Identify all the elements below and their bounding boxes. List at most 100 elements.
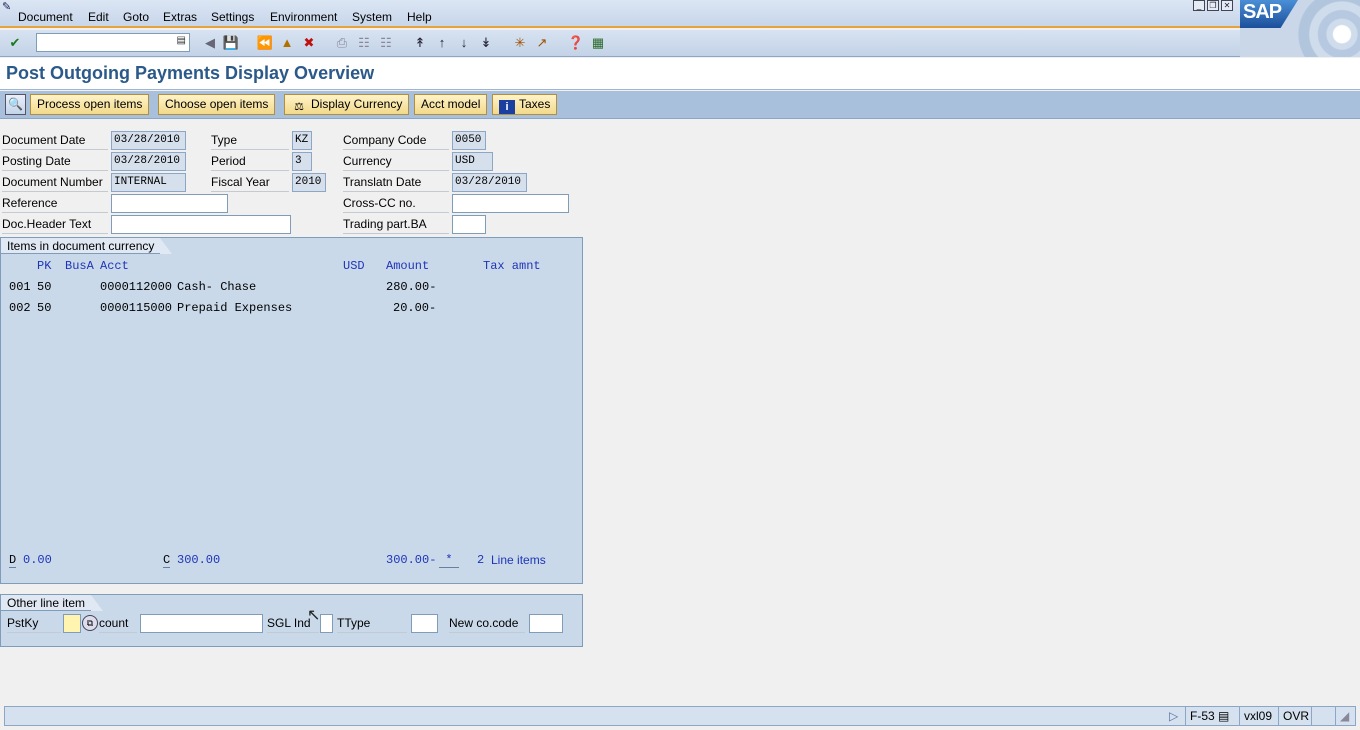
row-number: 002 — [9, 301, 31, 315]
translation-date-label: Translatn Date — [343, 173, 449, 192]
new-co-code-input[interactable] — [529, 614, 563, 633]
document-date-label: Document Date — [2, 131, 108, 150]
company-code-label: Company Code — [343, 131, 449, 150]
menu-settings[interactable]: Settings — [211, 10, 254, 24]
debit-label: D — [9, 553, 17, 568]
row-account: 0000112000 — [100, 280, 173, 294]
choose-open-items-button[interactable]: Choose open items — [158, 94, 276, 115]
menu-help[interactable]: Help — [407, 10, 432, 24]
menu-edit[interactable]: Edit — [88, 10, 109, 24]
account-label: count — [99, 614, 137, 633]
menu-system[interactable]: System — [352, 10, 392, 24]
window-controls: _ ❐ ✕ — [1193, 0, 1233, 11]
first-page-icon[interactable]: ↟ — [411, 34, 429, 52]
sap-logo: SAP — [1240, 0, 1360, 57]
items-group-box: Items in document currency PK BusA Acct … — [0, 237, 583, 584]
doc-header-text-input[interactable] — [111, 215, 291, 234]
print-icon[interactable]: ⎙ — [333, 34, 351, 52]
command-field[interactable]: ▤ — [36, 33, 190, 52]
row-account: 0000115000 — [100, 301, 173, 315]
system-menu-icon[interactable]: ✎ — [2, 0, 16, 13]
currency-icon: ⚖ — [294, 101, 304, 113]
next-page-icon[interactable]: ↓ — [455, 34, 473, 52]
taxes-button[interactable]: i Taxes — [492, 94, 558, 115]
balance-flag: * — [439, 553, 459, 568]
pstky-input[interactable] — [63, 614, 81, 633]
type-field: KZ — [292, 131, 312, 150]
status-info-icon[interactable]: ▤ — [1218, 709, 1229, 723]
page-title: Post Outgoing Payments Display Overview — [6, 63, 375, 83]
close-icon[interactable]: ✕ — [1221, 0, 1233, 11]
overview-button[interactable]: 🔍 — [5, 94, 26, 115]
status-bar: ▷ F-53 ▤ vxl09 OVR ◢ — [4, 706, 1356, 726]
acct-model-label: Acct model — [421, 97, 481, 111]
ttype-input[interactable] — [411, 614, 438, 633]
line-count: 2 — [477, 553, 485, 567]
credit-label: C — [163, 553, 171, 568]
save-icon[interactable]: 💾 — [222, 34, 240, 52]
reference-label: Reference — [2, 194, 108, 213]
row-description: Cash- Chase — [177, 280, 257, 294]
menu-environment[interactable]: Environment — [270, 10, 337, 24]
resize-grip-icon[interactable]: ◢ — [1335, 707, 1355, 725]
col-pk: PK — [37, 259, 52, 273]
pstky-label: PstKy — [7, 614, 61, 633]
sgl-ind-input[interactable] — [320, 614, 333, 633]
customize-layout-icon[interactable]: ▦ — [589, 34, 607, 52]
match-help-icon[interactable]: ⧉ — [82, 615, 98, 631]
choose-open-items-label: Choose open items — [165, 97, 269, 111]
document-number-field: INTERNAL — [111, 173, 186, 192]
reference-input[interactable] — [111, 194, 228, 213]
exit-icon[interactable]: ▲ — [278, 34, 296, 52]
company-code-field: 0050 — [452, 131, 486, 150]
create-session-icon[interactable]: ✳ — [511, 34, 529, 52]
find-next-icon[interactable]: ☷ — [377, 34, 395, 52]
posting-date-field: 03/28/2010 — [111, 152, 186, 171]
fiscal-year-label: Fiscal Year — [211, 173, 289, 192]
cancel-icon[interactable]: ✖ — [300, 34, 318, 52]
minimize-icon[interactable]: _ — [1193, 0, 1205, 11]
sap-logo-text: SAP — [1243, 1, 1282, 23]
server-name: vxl09 — [1239, 707, 1276, 725]
command-dropdown-icon[interactable]: ▤ — [177, 35, 186, 46]
menu-document[interactable]: Document — [18, 10, 73, 24]
process-open-items-label: Process open items — [37, 97, 143, 111]
other-line-item-title: Other line item — [1, 595, 104, 611]
display-currency-button[interactable]: ⚖ Display Currency — [284, 94, 410, 115]
acct-model-button[interactable]: Acct model — [414, 94, 488, 115]
create-shortcut-icon[interactable]: ↗ — [533, 34, 551, 52]
col-tax-amount: Tax amnt — [483, 259, 541, 273]
restore-icon[interactable]: ❐ — [1207, 0, 1219, 11]
row-amount: 280.00- — [386, 280, 437, 294]
back-icon[interactable]: ⏪ — [256, 34, 274, 52]
document-date-field: 03/28/2010 — [111, 131, 186, 150]
menu-bar: ✎ Document Edit Goto Extras Settings Env… — [0, 0, 1360, 28]
input-mode[interactable]: OVR — [1278, 707, 1313, 725]
row-amount: 20.00- — [393, 301, 437, 315]
enter-icon[interactable]: ✔ — [6, 34, 24, 52]
col-busa: BusA — [65, 259, 94, 273]
row-description: Prepaid Expenses — [177, 301, 293, 315]
col-currency: USD — [343, 259, 365, 273]
menu-extras[interactable]: Extras — [163, 10, 197, 24]
status-expand-icon[interactable]: ▷ — [1165, 707, 1182, 725]
last-page-icon[interactable]: ↡ — [477, 34, 495, 52]
line-items-label: Line items — [491, 553, 546, 567]
previous-page-icon[interactable]: ↑ — [433, 34, 451, 52]
find-icon[interactable]: ☷ — [355, 34, 373, 52]
account-input[interactable] — [140, 614, 263, 633]
col-acct: Acct — [100, 259, 129, 273]
mouse-cursor-icon: ↖ — [307, 607, 321, 624]
type-label: Type — [211, 131, 289, 150]
transaction-code: F-53 ▤ — [1185, 707, 1233, 725]
row-posting-key: 50 — [37, 301, 52, 315]
process-open-items-button[interactable]: Process open items — [30, 94, 150, 115]
menu-goto[interactable]: Goto — [123, 10, 149, 24]
fiscal-year-field: 2010 — [292, 173, 326, 192]
help-icon[interactable]: ❓ — [567, 34, 585, 52]
back-arrow-icon[interactable]: ◀ — [201, 34, 219, 52]
trading-part-input[interactable] — [452, 215, 486, 234]
status-spacer — [1311, 707, 1335, 725]
currency-field: USD — [452, 152, 493, 171]
cross-cc-input[interactable] — [452, 194, 569, 213]
